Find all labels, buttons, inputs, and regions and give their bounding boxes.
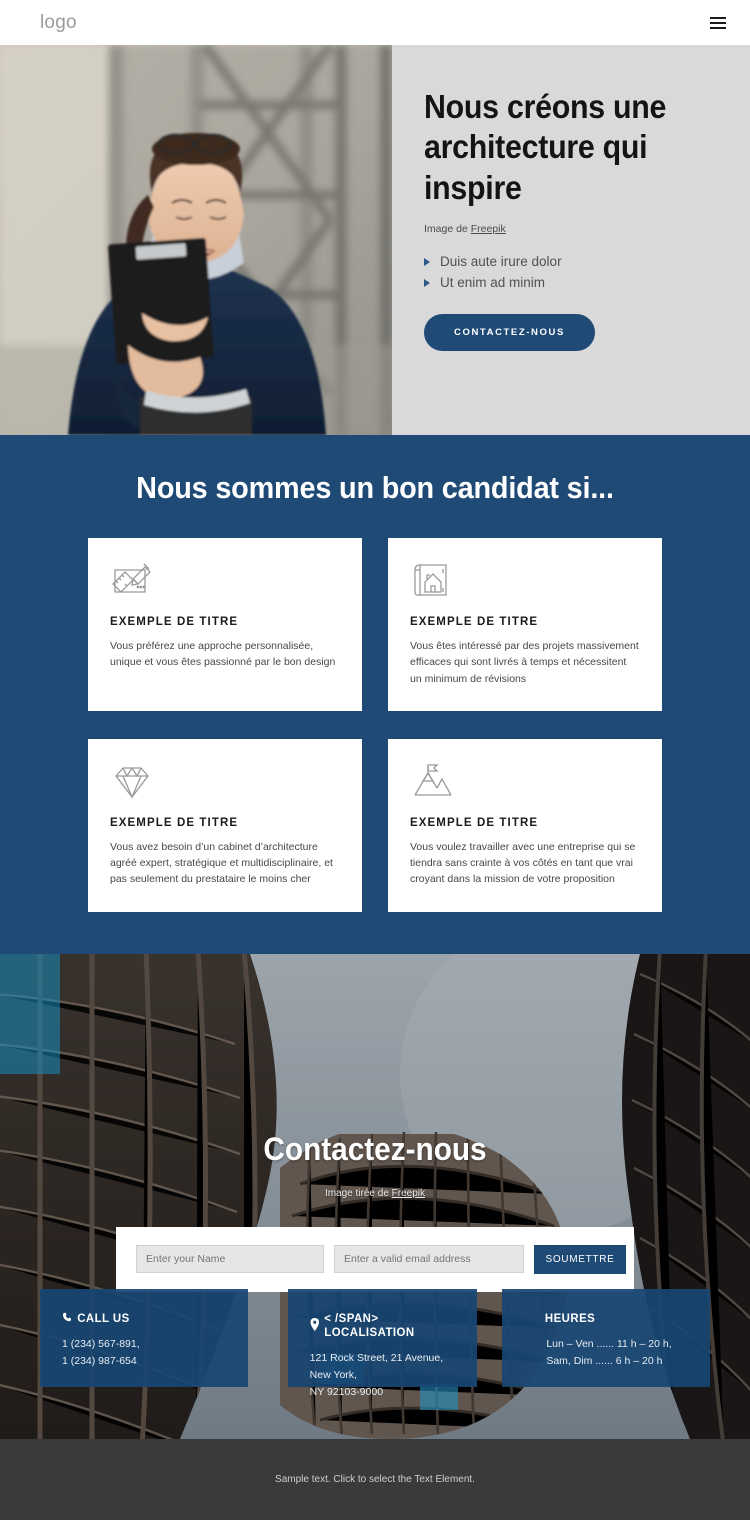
info-line: 1 (234) 987-654 [62,1354,137,1367]
hero-text-panel: Nous créons une architecture qui inspire… [392,45,750,435]
feature-card[interactable]: EXEMPLE DE TITRE Vous êtes intéressé par… [388,538,662,711]
hero-image [0,45,392,435]
info-box-title: < /SPAN> LOCALISATION [323,1310,415,1339]
info-line: Lun – Ven ...... 11 h – 20 h, Sam, Dim .… [546,1337,672,1367]
contact-heading: Contactez-nous [263,1130,487,1167]
features-section: Nous sommes un bon candidat si... EXEMPL… [0,435,750,954]
contact-credit-link[interactable]: Freepik [392,1188,425,1199]
site-header: logo [0,0,750,45]
list-item: Duis aute irure dolor [424,251,726,273]
feature-card-title: EXEMPLE DE TITRE [410,616,539,628]
blueprint-house-plan-icon [410,560,640,604]
feature-card-title: EXEMPLE DE TITRE [110,816,239,829]
feature-card[interactable]: EXEMPLE DE TITRE Vous avez besoin d’un c… [88,738,362,912]
list-item: Ut enim ad minim [424,272,726,294]
contact-image-credit: Image tirée de Freepik [0,1188,750,1199]
feature-card-text: Vous avez besoin d’un cabinet d’architec… [110,840,333,886]
email-input[interactable] [334,1245,524,1274]
info-box-body: 121 Rock Street, 21 Avenue, New York, NY… [310,1350,458,1402]
info-box-body: 1 (234) 567-891, 1 (234) 987-654 [62,1336,228,1371]
info-line: 1 (234) 567-891, [62,1337,140,1350]
info-box-header: CALL US [62,1311,219,1325]
site-logo[interactable]: logo [40,12,77,34]
feature-card[interactable]: EXEMPLE DE TITRE Vous préférez une appro… [88,538,362,711]
info-box-header: < /SPAN> LOCALISATION [310,1311,450,1339]
contact-us-button[interactable]: CONTACTEZ-NOUS [424,313,595,351]
contact-content: Contactez-nous Image tirée de Freepik SO… [0,954,750,1292]
triangle-bullet-icon [424,257,430,266]
info-box-call-us: CALL US 1 (234) 567-891, 1 (234) 987-654 [40,1288,248,1387]
site-footer: Sample text. Click to select the Text El… [0,1438,750,1520]
contact-credit-prefix: Image tirée de [324,1187,392,1199]
burger-line [710,26,726,29]
contact-form: SOUMETTRE [116,1226,634,1292]
feature-card-title: EXEMPLE DE TITRE [410,816,539,829]
hero-title: Nous créons une architecture qui inspire [424,88,667,206]
info-box-heures: HEURES Lun – Ven ...... 11 h – 20 h, Sam… [502,1288,710,1387]
hero-bullet-label: Ut enim ad minim [440,275,546,291]
features-card-grid: EXEMPLE DE TITRE Vous préférez une appro… [0,538,750,912]
name-input[interactable] [136,1245,324,1274]
hamburger-menu-icon[interactable] [708,13,728,33]
hero-bullet-label: Duis aute irure dolor [440,253,562,269]
features-heading: Nous sommes un bon candidat si... [136,470,614,505]
hero-section: Nous créons une architecture qui inspire… [0,45,750,435]
hero-credit-link[interactable]: Freepik [471,223,506,235]
info-box-header: HEURES [524,1311,681,1325]
contact-section: Contactez-nous Image tirée de Freepik SO… [0,953,750,1439]
triangle-bullet-icon [424,279,430,288]
hero-credit-prefix: Image de [424,222,471,235]
info-box-body: Lun – Ven ...... 11 h – 20 h, Sam, Dim .… [524,1336,690,1371]
feature-card[interactable]: EXEMPLE DE TITRE Vous voulez travailler … [388,738,662,912]
feature-card-text: Vous voulez travailler avec une entrepri… [410,840,636,886]
submit-button[interactable]: SOUMETTRE [534,1244,626,1274]
phone-icon [62,1312,72,1322]
feature-card-text: Vous préférez une approche personnalisée… [110,640,336,669]
info-line: NY 92103-9000 [309,1386,384,1399]
contact-info-boxes: CALL US 1 (234) 567-891, 1 (234) 987-654… [40,1288,710,1398]
feature-card-title: EXEMPLE DE TITRE [110,616,239,628]
info-box-localisation: < /SPAN> LOCALISATION 121 Rock Street, 2… [287,1288,478,1398]
info-box-title: HEURES [545,1310,596,1325]
burger-line [710,21,726,24]
burger-line [710,16,726,19]
drafting-ruler-pencil-icon [110,560,340,604]
footer-sample-text[interactable]: Sample text. Click to select the Text El… [275,1474,475,1485]
mountain-flag-icon [410,761,640,805]
hero-image-credit: Image de Freepik [424,223,726,235]
feature-card-text: Vous êtes intéressé par des projets mass… [410,640,639,685]
hero-bullet-list: Duis aute irure dolor Ut enim ad minim [424,251,726,294]
map-pin-icon [310,1318,319,1332]
diamond-icon [110,761,340,805]
info-box-title: CALL US [77,1310,130,1325]
info-line: 121 Rock Street, 21 Avenue, New York, [309,1351,444,1381]
